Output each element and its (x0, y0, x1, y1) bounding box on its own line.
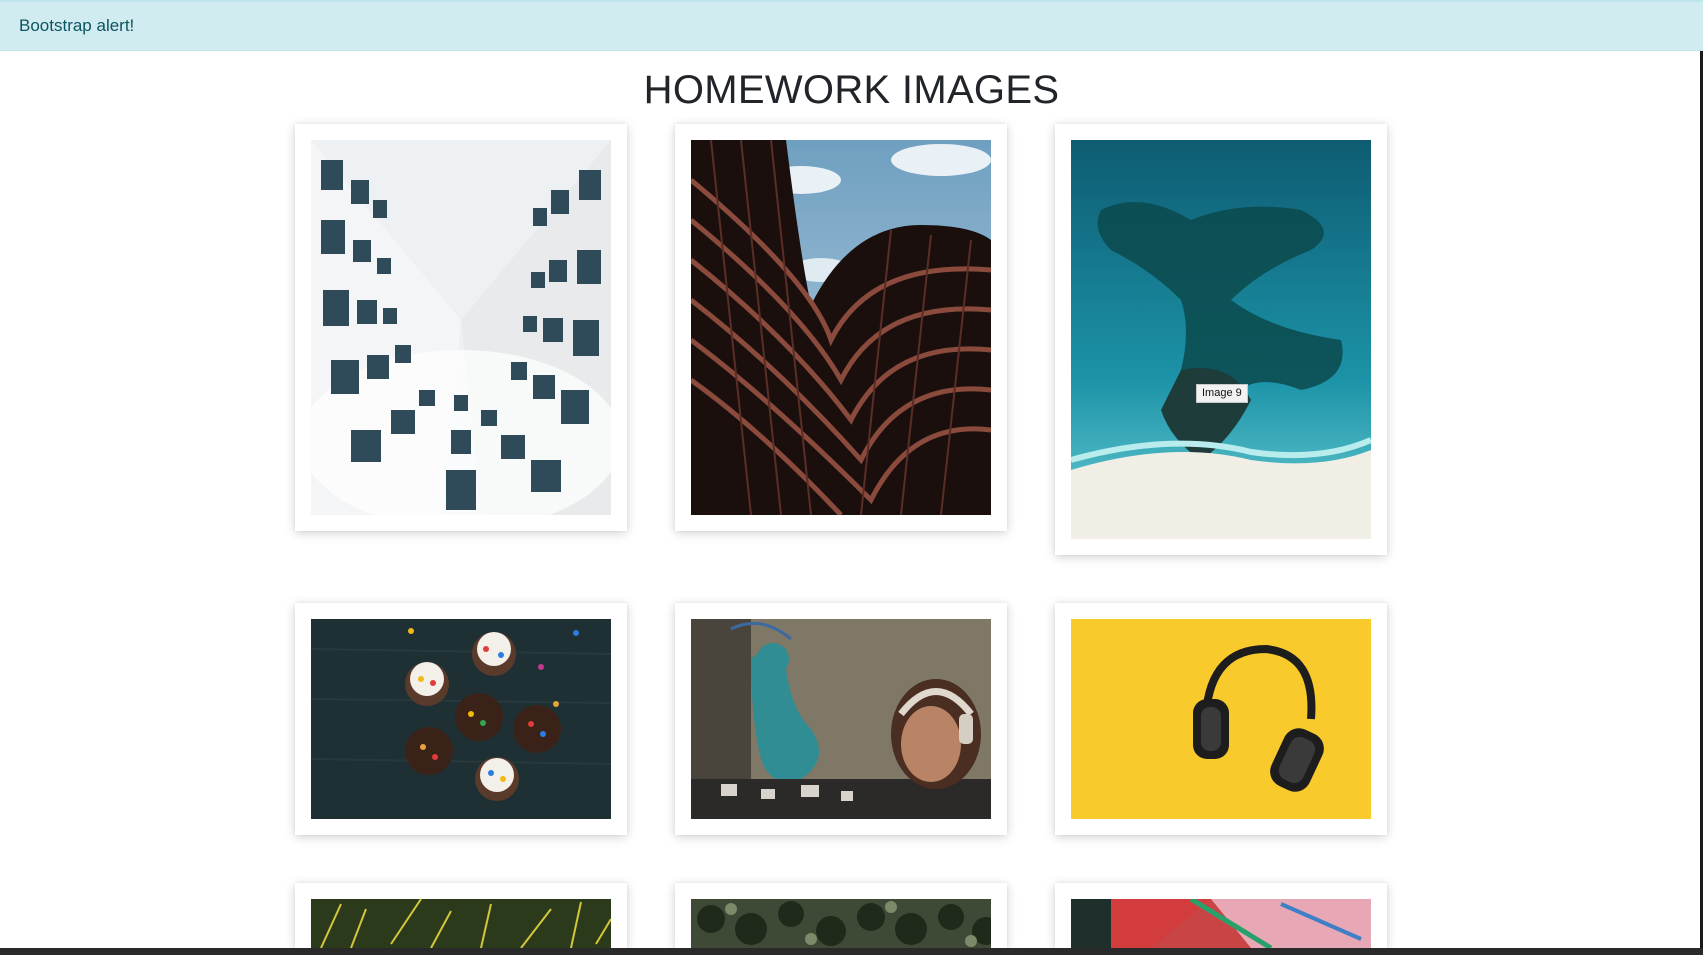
alert-text: Bootstrap alert! (19, 16, 135, 35)
image-card-6 (1055, 603, 1387, 835)
gallery-image-7[interactable] (311, 899, 611, 948)
image-card-2 (675, 124, 1007, 531)
gallery-image-5[interactable] (691, 619, 991, 819)
image-card-1 (295, 124, 627, 531)
image-card-7 (295, 883, 627, 948)
taskbar-strip (0, 948, 1703, 955)
image-card-5 (675, 603, 1007, 835)
image-tooltip: Image 9 (1196, 384, 1248, 403)
gallery-image-4[interactable] (311, 619, 611, 819)
gallery-image-2[interactable] (691, 140, 991, 515)
image-card-8 (675, 883, 1007, 948)
image-card-9 (1055, 883, 1387, 948)
gallery-image-8[interactable] (691, 899, 991, 948)
page-title: HOMEWORK IMAGES (643, 68, 1060, 112)
image-card-3: Image 9 (1055, 124, 1387, 555)
bootstrap-alert: Bootstrap alert! (0, 0, 1703, 51)
gallery-image-3[interactable] (1071, 140, 1371, 539)
gallery-image-9[interactable] (1071, 899, 1371, 948)
image-card-4 (295, 603, 627, 835)
gallery-image-6[interactable] (1071, 619, 1371, 819)
gallery-image-1[interactable] (311, 140, 611, 515)
